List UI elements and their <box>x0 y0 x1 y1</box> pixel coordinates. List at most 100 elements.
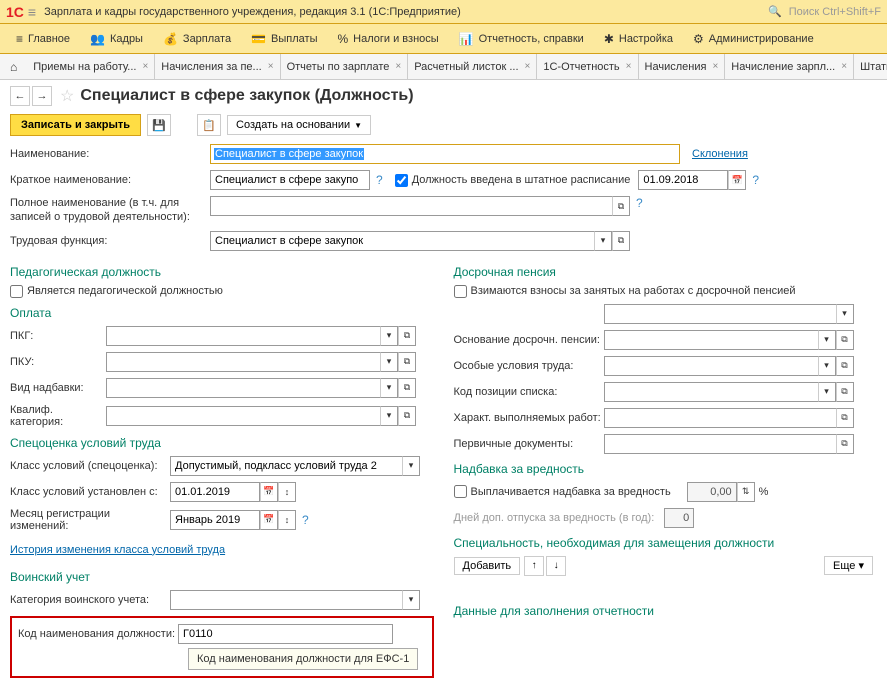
dropdown-icon[interactable]: ▾ <box>836 304 854 324</box>
ped-checkbox[interactable] <box>10 285 23 298</box>
close-icon[interactable]: × <box>841 61 847 72</box>
dropdown-icon[interactable]: ▾ <box>380 406 398 426</box>
name-input[interactable]: Специалист в сфере закупок <box>210 144 680 164</box>
full-input[interactable] <box>210 196 612 216</box>
kod-input[interactable] <box>178 624 393 644</box>
tab-1c-otchet[interactable]: 1С-Отчетность× <box>537 54 638 79</box>
close-icon[interactable]: × <box>142 61 148 72</box>
perv-input[interactable] <box>604 434 836 454</box>
usl-input[interactable] <box>604 356 818 376</box>
open-icon[interactable]: ⧉ <box>836 382 854 402</box>
pkg-input[interactable] <box>106 326 380 346</box>
spinner-icon[interactable]: ↕ <box>278 482 296 502</box>
tab-otchety[interactable]: Отчеты по зарплате× <box>281 54 409 79</box>
open-icon[interactable]: ⧉ <box>398 378 416 398</box>
short-input[interactable] <box>210 170 370 190</box>
save-button[interactable]: 💾 <box>147 114 171 136</box>
more-button[interactable]: Еще ▾ <box>824 556 873 575</box>
kvalif-input[interactable] <box>106 406 380 426</box>
pku-input[interactable] <box>106 352 380 372</box>
tab-priemy[interactable]: Приемы на работу...× <box>27 54 155 79</box>
func-input[interactable] <box>210 231 594 251</box>
menu-zarplata[interactable]: 💰Зарплата <box>153 24 241 53</box>
intro-checkbox[interactable] <box>395 174 408 187</box>
help-icon[interactable]: ? <box>636 196 643 210</box>
pension-checkbox[interactable] <box>454 285 467 298</box>
spinner-icon[interactable]: ↕ <box>278 510 296 530</box>
open-icon[interactable]: ⧉ <box>836 330 854 350</box>
tab-listok[interactable]: Расчетный листок ...× <box>408 54 537 79</box>
intro-date-input[interactable] <box>638 170 728 190</box>
mes-input[interactable] <box>170 510 260 530</box>
forward-button[interactable]: → <box>32 86 52 106</box>
klass-input[interactable] <box>170 456 402 476</box>
help-icon[interactable]: ? <box>302 513 309 527</box>
calendar-icon[interactable]: 📅 <box>260 510 278 530</box>
dropdown-icon[interactable]: ▾ <box>818 382 836 402</box>
tab-home-icon[interactable]: ⌂ <box>0 60 27 74</box>
star-icon[interactable]: ☆ <box>60 86 74 106</box>
osn-input[interactable] <box>604 330 818 350</box>
nadb-checkbox[interactable] <box>454 485 467 498</box>
dropdown-icon[interactable]: ▾ <box>818 330 836 350</box>
dropdown-icon[interactable]: ▾ <box>380 378 398 398</box>
open-icon[interactable]: ⧉ <box>612 231 630 251</box>
dropdown-icon[interactable]: ▾ <box>380 326 398 346</box>
menu-nastroika[interactable]: ✱Настройка <box>594 24 683 53</box>
close-icon[interactable]: × <box>712 61 718 72</box>
history-link[interactable]: История изменения класса условий труда <box>10 544 225 556</box>
open-icon[interactable]: ⧉ <box>836 408 854 428</box>
calendar-icon[interactable]: 📅 <box>728 170 746 190</box>
calendar-icon[interactable]: 📅 <box>260 482 278 502</box>
hamburger-icon[interactable]: ≡ <box>28 4 36 20</box>
close-icon[interactable]: × <box>395 61 401 72</box>
spinner-icon: ⇅ <box>737 482 755 502</box>
global-search[interactable]: 🔍 Поиск Ctrl+Shift+F <box>768 5 881 18</box>
tab-nachisl2[interactable]: Начисления× <box>639 54 726 79</box>
percent-sign: % <box>759 486 769 498</box>
declension-link[interactable]: Склонения <box>692 148 748 160</box>
dropdown-icon[interactable]: ▾ <box>818 356 836 376</box>
dropdown-icon[interactable]: ▾ <box>402 590 420 610</box>
kodp-input[interactable] <box>604 382 818 402</box>
move-down-button[interactable]: ↓ <box>546 556 566 576</box>
wallet-icon: 💳 <box>251 32 266 46</box>
tab-nachisl1[interactable]: Начисления за пе...× <box>155 54 280 79</box>
dropdown-icon[interactable]: ▾ <box>594 231 612 251</box>
close-icon[interactable]: × <box>525 61 531 72</box>
tab-nachisl-zarpl[interactable]: Начисление зарпл...× <box>725 54 854 79</box>
voin-header: Воинский учет <box>10 570 434 584</box>
menu-nalogi[interactable]: %Налоги и взносы <box>328 24 449 53</box>
list-button[interactable]: 📋 <box>197 114 221 136</box>
open-icon[interactable]: ⧉ <box>398 326 416 346</box>
ust-input[interactable] <box>170 482 260 502</box>
open-icon[interactable]: ⧉ <box>836 356 854 376</box>
open-icon[interactable]: ⧉ <box>398 352 416 372</box>
dropdown-icon[interactable]: ▾ <box>380 352 398 372</box>
dropdown-icon[interactable]: ▾ <box>402 456 420 476</box>
close-icon[interactable]: × <box>268 61 274 72</box>
help-icon[interactable]: ? <box>752 173 759 187</box>
menu-admin[interactable]: ⚙Администрирование <box>683 24 824 53</box>
menu-main[interactable]: ≡Главное <box>6 24 80 53</box>
kod-label: Код наименования должности: <box>18 628 178 640</box>
open-icon[interactable]: ⧉ <box>612 196 630 216</box>
menu-vyplaty[interactable]: 💳Выплаты <box>241 24 327 53</box>
help-icon[interactable]: ? <box>376 173 383 187</box>
menu-kadry[interactable]: 👥Кадры <box>80 24 153 53</box>
kat-input[interactable] <box>170 590 402 610</box>
save-close-button[interactable]: Записать и закрыть <box>10 114 141 136</box>
back-button[interactable]: ← <box>10 86 30 106</box>
add-button[interactable]: Добавить <box>454 557 521 575</box>
open-icon[interactable]: ⧉ <box>836 434 854 454</box>
move-up-button[interactable]: ↑ <box>524 556 544 576</box>
har-input[interactable] <box>604 408 836 428</box>
create-based-button[interactable]: Создать на основании▼ <box>227 115 371 135</box>
ped-header: Педагогическая должность <box>10 265 434 279</box>
nadbavka-input[interactable] <box>106 378 380 398</box>
pension-top-input[interactable] <box>604 304 836 324</box>
close-icon[interactable]: × <box>626 61 632 72</box>
tab-shtat[interactable]: Штатное расписание× <box>854 54 887 79</box>
menu-otchet[interactable]: 📊Отчетность, справки <box>449 24 594 53</box>
open-icon[interactable]: ⧉ <box>398 406 416 426</box>
